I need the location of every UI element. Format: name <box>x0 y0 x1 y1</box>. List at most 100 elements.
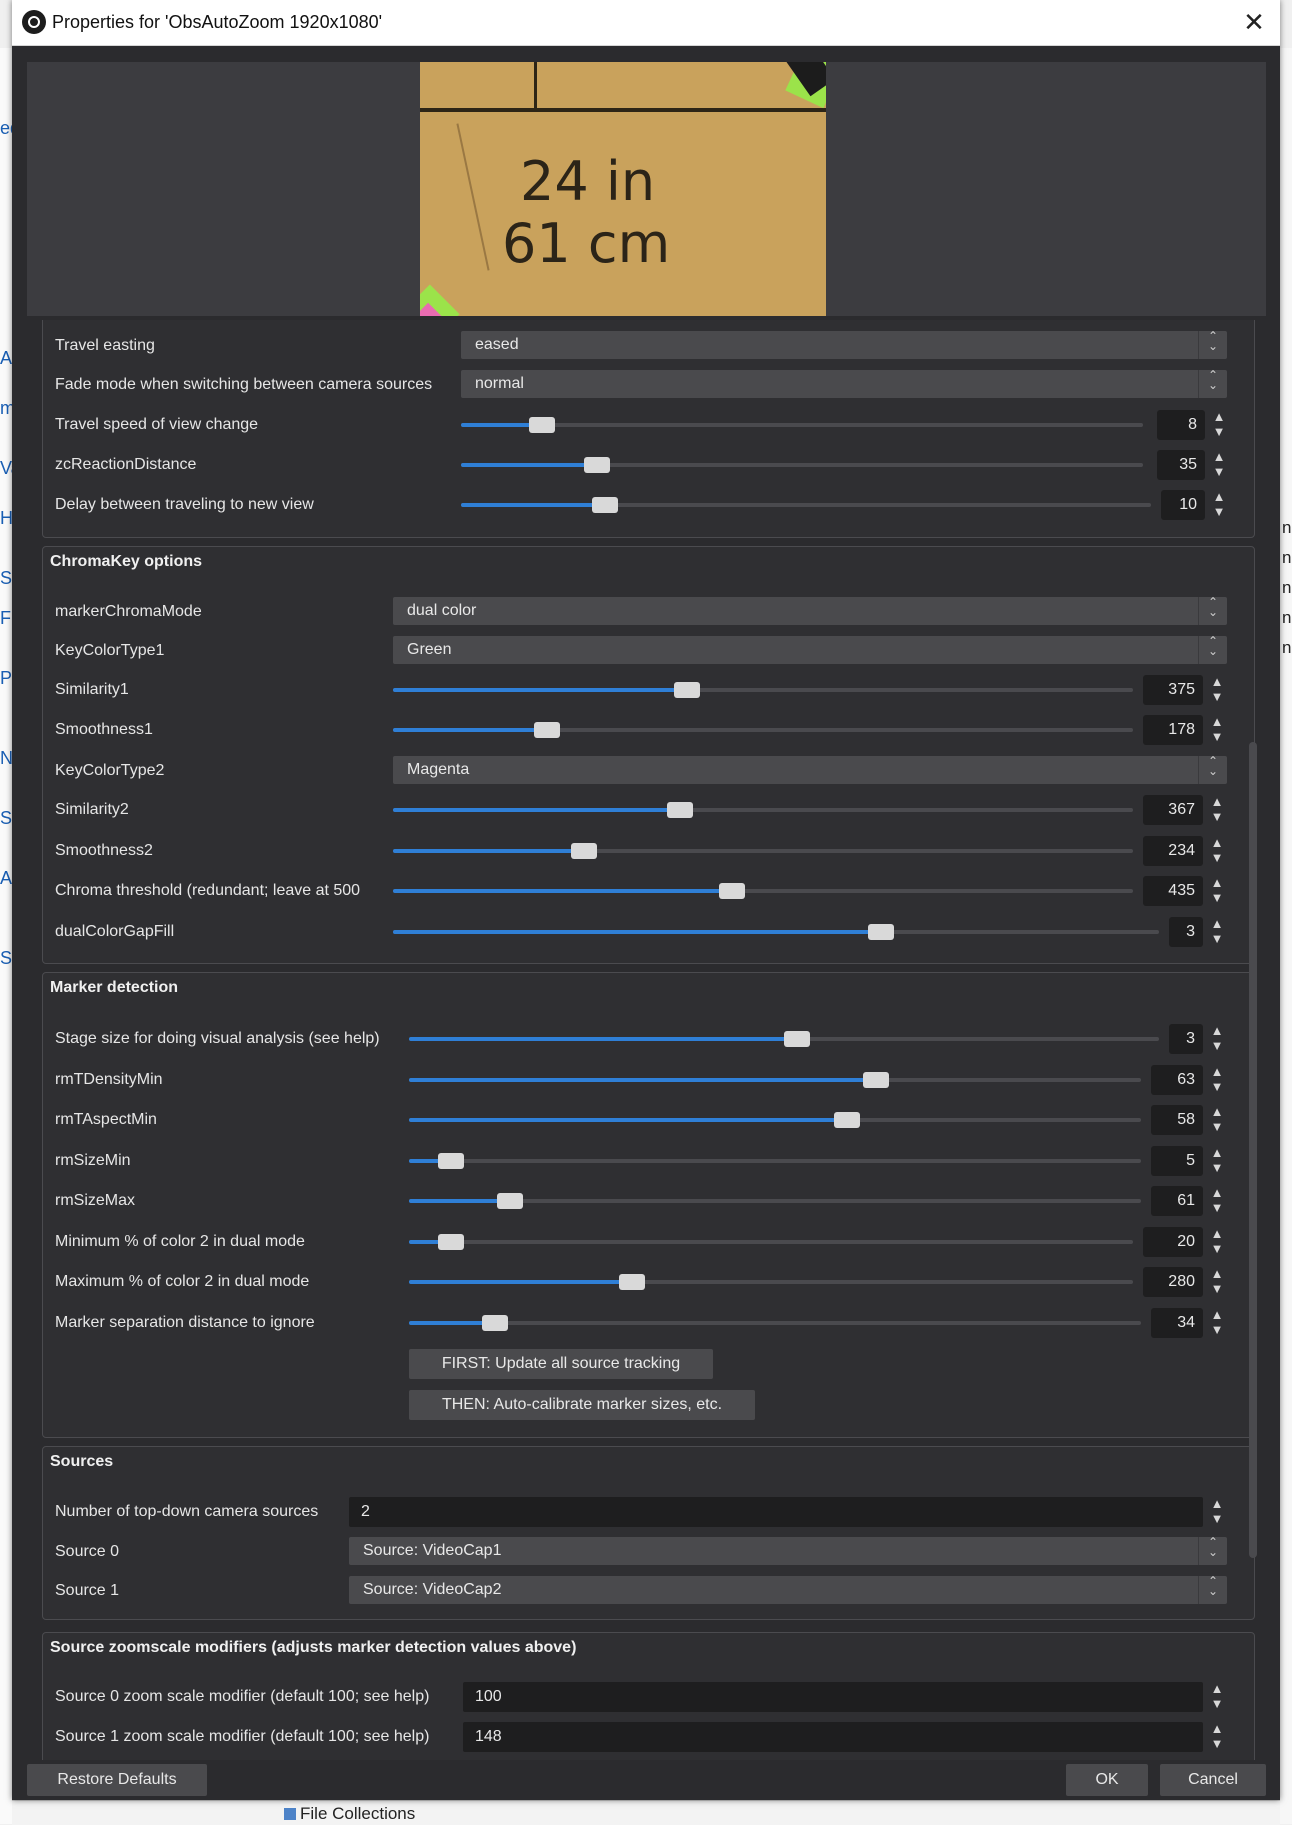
slider-handle[interactable] <box>496 1193 523 1209</box>
vertical-scrollbar[interactable] <box>1246 740 1260 1560</box>
increment-icon[interactable]: ▲ <box>1205 836 1229 850</box>
gap-fill-slider[interactable] <box>393 924 1159 940</box>
decrement-icon[interactable]: ▼ <box>1205 891 1229 905</box>
source-count-input[interactable]: 2 <box>349 1497 1203 1527</box>
chroma-threshold-slider[interactable] <box>393 883 1133 899</box>
decrement-icon[interactable]: ▼ <box>1205 1161 1229 1175</box>
slider-handle[interactable] <box>618 1274 645 1290</box>
similarity-2-spinbox[interactable]: 367 ▲ ▼ <box>1143 795 1231 825</box>
slider-handle[interactable] <box>533 722 560 738</box>
decrement-icon[interactable]: ▼ <box>1205 851 1229 865</box>
decrement-icon[interactable]: ▼ <box>1207 465 1231 479</box>
aspect-min-slider[interactable] <box>409 1112 1141 1128</box>
decrement-icon[interactable]: ▼ <box>1205 1697 1229 1711</box>
source-count-stepper[interactable]: ▲ ▼ <box>1205 1497 1231 1527</box>
max-color2-slider[interactable] <box>409 1274 1133 1290</box>
size-min-slider[interactable] <box>409 1153 1141 1169</box>
max-color2-spinbox[interactable]: 280 ▲ ▼ <box>1143 1267 1231 1297</box>
decrement-icon[interactable]: ▼ <box>1205 1120 1229 1134</box>
slider-handle[interactable] <box>438 1153 465 1169</box>
decrement-icon[interactable]: ▼ <box>1205 1282 1229 1296</box>
close-button[interactable]: ✕ <box>1238 6 1270 38</box>
similarity-1-spinbox[interactable]: 375 ▲ ▼ <box>1143 675 1231 705</box>
decrement-icon[interactable]: ▼ <box>1205 1201 1229 1215</box>
increment-icon[interactable]: ▲ <box>1205 1227 1229 1241</box>
increment-icon[interactable]: ▲ <box>1205 1497 1229 1511</box>
decrement-icon[interactable]: ▼ <box>1207 425 1231 439</box>
increment-icon[interactable]: ▲ <box>1205 675 1229 689</box>
marker-separation-slider[interactable] <box>409 1315 1141 1331</box>
marker-separation-spinbox[interactable]: 34 ▲ ▼ <box>1151 1308 1231 1338</box>
scrollbar-thumb[interactable] <box>1249 742 1257 1558</box>
slider-handle[interactable] <box>570 843 597 859</box>
zoom-0-stepper[interactable]: ▲ ▼ <box>1205 1682 1231 1712</box>
key-color-2-select[interactable]: Magenta <box>393 754 1227 784</box>
decrement-icon[interactable]: ▼ <box>1207 505 1231 519</box>
increment-icon[interactable]: ▲ <box>1205 1146 1229 1160</box>
increment-icon[interactable]: ▲ <box>1205 876 1229 890</box>
slider-handle[interactable] <box>718 883 745 899</box>
increment-icon[interactable]: ▲ <box>1205 1065 1229 1079</box>
similarity-2-slider[interactable] <box>393 802 1133 818</box>
smoothness-2-spinbox[interactable]: 234 ▲ ▼ <box>1143 836 1231 866</box>
size-min-spinbox[interactable]: 5 ▲ ▼ <box>1151 1146 1231 1176</box>
decrement-icon[interactable]: ▼ <box>1205 1039 1229 1053</box>
gap-fill-spinbox[interactable]: 3 ▲ ▼ <box>1169 917 1231 947</box>
slider-handle[interactable] <box>592 497 619 513</box>
decrement-icon[interactable]: ▼ <box>1205 1080 1229 1094</box>
zoom-1-stepper[interactable]: ▲ ▼ <box>1205 1722 1231 1752</box>
increment-icon[interactable]: ▲ <box>1207 410 1231 424</box>
decrement-icon[interactable]: ▼ <box>1205 932 1229 946</box>
slider-handle[interactable] <box>583 457 610 473</box>
decrement-icon[interactable]: ▼ <box>1205 1242 1229 1256</box>
aspect-min-spinbox[interactable]: 58 ▲ ▼ <box>1151 1105 1231 1135</box>
increment-icon[interactable]: ▲ <box>1205 1024 1229 1038</box>
density-min-slider[interactable] <box>409 1072 1141 1088</box>
increment-icon[interactable]: ▲ <box>1205 1186 1229 1200</box>
restore-defaults-button[interactable]: Restore Defaults <box>27 1764 207 1796</box>
zoom-0-input[interactable]: 100 <box>463 1682 1203 1712</box>
min-color2-spinbox[interactable]: 20 ▲ ▼ <box>1143 1227 1231 1257</box>
smoothness-1-spinbox[interactable]: 178 ▲ ▼ <box>1143 715 1231 745</box>
increment-icon[interactable]: ▲ <box>1205 1267 1229 1281</box>
smoothness-1-slider[interactable] <box>393 722 1133 738</box>
source-0-select[interactable]: Source: VideoCap1 <box>349 1535 1227 1565</box>
slider-handle[interactable] <box>867 924 894 940</box>
smoothness-2-slider[interactable] <box>393 843 1133 859</box>
travel-delay-slider[interactable] <box>461 497 1151 513</box>
stage-size-spinbox[interactable]: 3 ▲ ▼ <box>1169 1024 1231 1054</box>
increment-icon[interactable]: ▲ <box>1205 917 1229 931</box>
zc-reaction-slider[interactable] <box>461 457 1143 473</box>
slider-handle[interactable] <box>529 417 556 433</box>
decrement-icon[interactable]: ▼ <box>1205 1737 1229 1751</box>
decrement-icon[interactable]: ▼ <box>1205 810 1229 824</box>
increment-icon[interactable]: ▲ <box>1205 715 1229 729</box>
slider-handle[interactable] <box>437 1234 464 1250</box>
slider-handle[interactable] <box>674 682 701 698</box>
slider-handle[interactable] <box>666 802 693 818</box>
increment-icon[interactable]: ▲ <box>1205 1308 1229 1322</box>
cancel-button[interactable]: Cancel <box>1160 1764 1266 1796</box>
key-color-1-select[interactable]: Green <box>393 634 1227 664</box>
increment-icon[interactable]: ▲ <box>1205 1105 1229 1119</box>
properties-scroll-area[interactable]: Travel easting eased Fade mode when swit… <box>27 320 1266 1760</box>
increment-icon[interactable]: ▲ <box>1205 1682 1229 1696</box>
slider-handle[interactable] <box>482 1315 509 1331</box>
size-max-slider[interactable] <box>409 1193 1141 1209</box>
source-1-select[interactable]: Source: VideoCap2 <box>349 1574 1227 1604</box>
travel-easting-select[interactable]: eased <box>461 329 1227 359</box>
fade-mode-select[interactable]: normal <box>461 368 1227 398</box>
zoom-1-input[interactable]: 148 <box>463 1722 1203 1752</box>
density-min-spinbox[interactable]: 63 ▲ ▼ <box>1151 1065 1231 1095</box>
chroma-mode-select[interactable]: dual color <box>393 595 1227 625</box>
size-max-spinbox[interactable]: 61 ▲ ▼ <box>1151 1186 1231 1216</box>
increment-icon[interactable]: ▲ <box>1205 1722 1229 1736</box>
decrement-icon[interactable]: ▼ <box>1205 1512 1229 1526</box>
ok-button[interactable]: OK <box>1066 1764 1148 1796</box>
travel-delay-spinbox[interactable]: 10 ▲ ▼ <box>1161 490 1231 520</box>
increment-icon[interactable]: ▲ <box>1207 450 1231 464</box>
min-color2-slider[interactable] <box>409 1234 1133 1250</box>
similarity-1-slider[interactable] <box>393 682 1133 698</box>
slider-handle[interactable] <box>862 1072 889 1088</box>
update-source-tracking-button[interactable]: FIRST: Update all source tracking <box>409 1349 713 1379</box>
